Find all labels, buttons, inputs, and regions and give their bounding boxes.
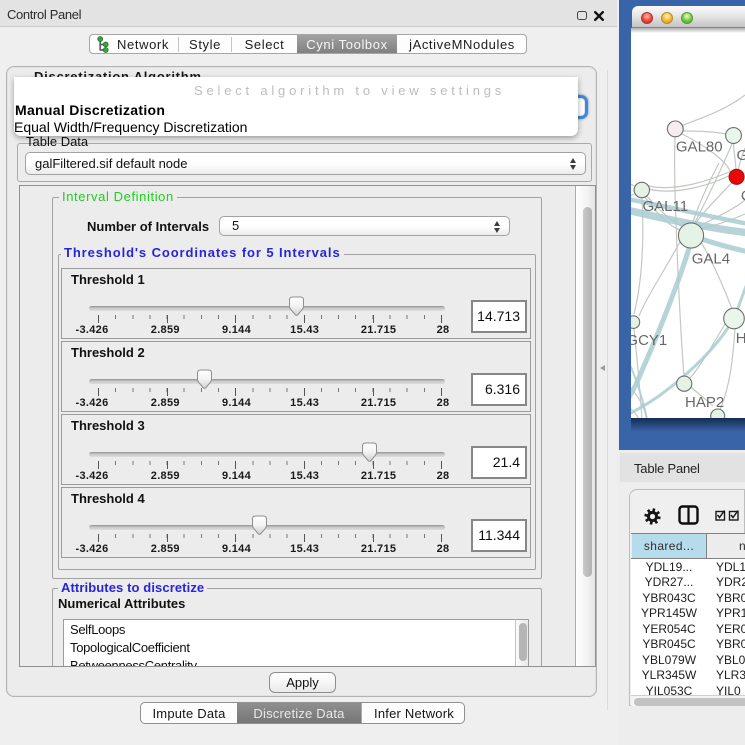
svg-text:GCY1: GCY1 (631, 332, 667, 349)
svg-text:HAP2: HAP2 (685, 394, 724, 411)
svg-text:GA: GA (737, 147, 745, 164)
svg-text:C: C (741, 188, 745, 205)
svg-text:GAL11: GAL11 (643, 198, 689, 215)
svg-text:GAL4: GAL4 (692, 251, 730, 268)
svg-text:GAL80: GAL80 (676, 138, 723, 155)
svg-text:H: H (736, 330, 745, 347)
